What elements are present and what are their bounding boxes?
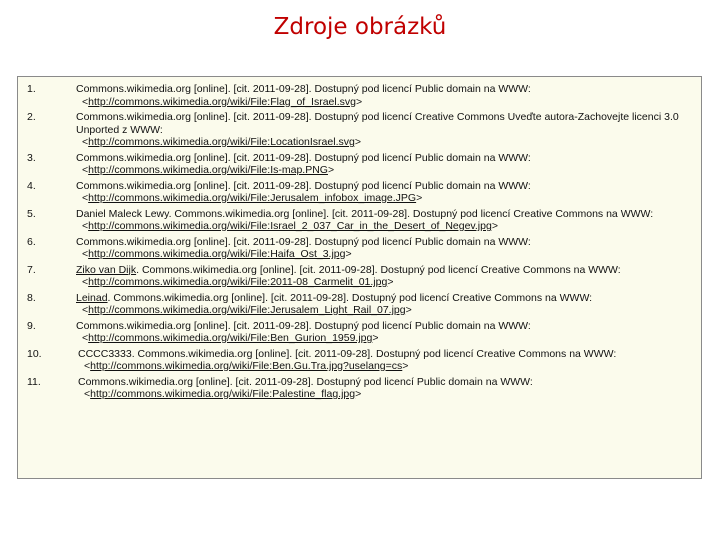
reference-text: Commons.wikimedia.org [online]. [cit. 20… bbox=[76, 180, 697, 205]
reference-citation-text: Commons.wikimedia.org [online]. [cit. 20… bbox=[78, 375, 533, 388]
reference-url-link[interactable]: http://commons.wikimedia.org/wiki/File:H… bbox=[88, 248, 345, 260]
reference-url-link[interactable]: http://commons.wikimedia.org/wiki/File:L… bbox=[88, 136, 355, 148]
reference-citation-text: Commons.wikimedia.org [online]. [cit. 20… bbox=[76, 235, 531, 248]
reference-citation: Commons.wikimedia.org [online]. [cit. 20… bbox=[76, 83, 697, 96]
reference-url-line: <http://commons.wikimedia.org/wiki/File:… bbox=[82, 276, 394, 288]
reference-citation: Daniel Maleck Lewy. Commons.wikimedia.or… bbox=[76, 208, 697, 221]
reference-url-link[interactable]: http://commons.wikimedia.org/wiki/File:2… bbox=[88, 276, 387, 288]
reference-item: 1. Commons.wikimedia.org [online]. [cit. … bbox=[18, 83, 701, 108]
reference-citation: Ziko van Dijk. Commons.wikimedia.org [on… bbox=[76, 264, 697, 277]
reference-url-line: <http://commons.wikimedia.org/wiki/File:… bbox=[82, 164, 335, 176]
reference-citation: Leinad. Commons.wikimedia.org [online]. … bbox=[76, 292, 697, 305]
reference-citation-text: Commons.wikimedia.org [online]. [cit. 20… bbox=[76, 319, 531, 332]
reference-number: 11. bbox=[27, 375, 41, 388]
reference-citation-text: . Commons.wikimedia.org [online]. [cit. … bbox=[107, 291, 593, 304]
reference-number: 5. bbox=[27, 207, 36, 220]
reference-citation: Commons.wikimedia.org [online]. [cit. 20… bbox=[78, 376, 697, 389]
reference-url-line: <http://commons.wikimedia.org/wiki/File:… bbox=[82, 136, 361, 148]
reference-citation: Commons.wikimedia.org [online]. [cit. 20… bbox=[76, 111, 697, 136]
reference-item: 2. Commons.wikimedia.org [online]. [cit. … bbox=[18, 111, 701, 149]
reference-citation-text: Daniel Maleck Lewy. Commons.wikimedia.or… bbox=[76, 207, 654, 220]
reference-url-line: <http://commons.wikimedia.org/wiki/File:… bbox=[82, 332, 379, 344]
reference-number: 8. bbox=[27, 291, 36, 304]
reference-text: Commons.wikimedia.org [online]. [cit. 20… bbox=[76, 83, 697, 108]
reference-citation-text: CCCC3333. Commons.wikimedia.org [online]… bbox=[78, 347, 617, 360]
reference-citation: Commons.wikimedia.org [online]. [cit. 20… bbox=[76, 320, 697, 333]
reference-url-line: <http://commons.wikimedia.org/wiki/File:… bbox=[84, 388, 362, 400]
reference-text: Commons.wikimedia.org [online]. [cit. 20… bbox=[76, 236, 697, 261]
reference-url-link[interactable]: http://commons.wikimedia.org/wiki/File:F… bbox=[88, 96, 356, 108]
reference-url-link[interactable]: http://commons.wikimedia.org/wiki/File:B… bbox=[90, 360, 402, 372]
reference-number: 7. bbox=[27, 263, 36, 276]
reference-text: Ziko van Dijk. Commons.wikimedia.org [on… bbox=[76, 264, 697, 289]
reference-item: 7. Ziko van Dijk. Commons.wikimedia.org [… bbox=[18, 264, 701, 289]
reference-url-link[interactable]: http://commons.wikimedia.org/wiki/File:I… bbox=[88, 220, 492, 232]
references-box: 1. Commons.wikimedia.org [online]. [cit. … bbox=[17, 76, 702, 479]
reference-url-line: <http://commons.wikimedia.org/wiki/File:… bbox=[82, 220, 498, 232]
reference-text: Commons.wikimedia.org [online]. [cit. 20… bbox=[76, 111, 697, 149]
reference-url-line: <http://commons.wikimedia.org/wiki/File:… bbox=[82, 304, 412, 316]
reference-author-link[interactable]: Leinad bbox=[76, 292, 108, 304]
reference-number: 1. bbox=[27, 83, 36, 95]
reference-number: 2. bbox=[27, 111, 36, 123]
reference-url-line: <http://commons.wikimedia.org/wiki/File:… bbox=[84, 360, 409, 372]
reference-text: Leinad. Commons.wikimedia.org [online]. … bbox=[76, 292, 697, 317]
reference-citation-text: . Commons.wikimedia.org [online]. [cit. … bbox=[136, 263, 621, 276]
reference-number: 10. bbox=[27, 347, 42, 360]
reference-item: 4. Commons.wikimedia.org [online]. [cit. … bbox=[18, 180, 701, 205]
reference-item: 11. Commons.wikimedia.org [online]. [cit.… bbox=[18, 376, 701, 401]
reference-item: 9. Commons.wikimedia.org [online]. [cit. … bbox=[18, 320, 701, 345]
reference-url-link[interactable]: http://commons.wikimedia.org/wiki/File:J… bbox=[88, 192, 416, 204]
reference-text: Commons.wikimedia.org [online]. [cit. 20… bbox=[76, 320, 697, 345]
reference-url-link[interactable]: http://commons.wikimedia.org/wiki/File:I… bbox=[88, 164, 328, 176]
reference-url-line: <http://commons.wikimedia.org/wiki/File:… bbox=[82, 95, 363, 108]
reference-citation-text: Commons.wikimedia.org [online]. [cit. 20… bbox=[76, 83, 531, 95]
reference-text: Daniel Maleck Lewy. Commons.wikimedia.or… bbox=[76, 208, 697, 233]
reference-url-link[interactable]: http://commons.wikimedia.org/wiki/File:J… bbox=[88, 304, 405, 316]
reference-number: 3. bbox=[27, 151, 36, 164]
reference-url-link[interactable]: http://commons.wikimedia.org/wiki/File:P… bbox=[90, 388, 355, 400]
page-title: Zdroje obrázků bbox=[273, 14, 447, 40]
reference-citation-text: Commons.wikimedia.org [online]. [cit. 20… bbox=[76, 151, 531, 164]
reference-item: 6. Commons.wikimedia.org [online]. [cit. … bbox=[18, 236, 701, 261]
reference-url-link[interactable]: http://commons.wikimedia.org/wiki/File:B… bbox=[88, 332, 372, 344]
reference-text: Commons.wikimedia.org [online]. [cit. 20… bbox=[78, 376, 697, 401]
reference-citation: Commons.wikimedia.org [online]. [cit. 20… bbox=[76, 152, 697, 165]
reference-text: CCCC3333. Commons.wikimedia.org [online]… bbox=[78, 348, 697, 373]
reference-item: 3. Commons.wikimedia.org [online]. [cit. … bbox=[18, 152, 701, 177]
reference-item: 10. CCCC3333. Commons.wikimedia.org [onli… bbox=[18, 348, 701, 373]
reference-citation: Commons.wikimedia.org [online]. [cit. 20… bbox=[76, 180, 697, 193]
reference-item: 5. Daniel Maleck Lewy. Commons.wikimedia.… bbox=[18, 208, 701, 233]
reference-citation-text: Commons.wikimedia.org [online]. [cit. 20… bbox=[76, 111, 679, 136]
reference-url-line: <http://commons.wikimedia.org/wiki/File:… bbox=[82, 248, 352, 260]
reference-text: Commons.wikimedia.org [online]. [cit. 20… bbox=[76, 152, 697, 177]
reference-item: 8. Leinad. Commons.wikimedia.org [online]… bbox=[18, 292, 701, 317]
reference-number: 9. bbox=[27, 319, 36, 332]
reference-number: 4. bbox=[27, 179, 36, 192]
reference-citation: CCCC3333. Commons.wikimedia.org [online]… bbox=[78, 348, 697, 361]
references-list: 1. Commons.wikimedia.org [online]. [cit. … bbox=[18, 83, 701, 404]
reference-citation: Commons.wikimedia.org [online]. [cit. 20… bbox=[76, 236, 697, 249]
reference-url-line: <http://commons.wikimedia.org/wiki/File:… bbox=[82, 192, 423, 204]
reference-author-link[interactable]: Ziko van Dijk bbox=[76, 264, 136, 276]
reference-number: 6. bbox=[27, 235, 36, 248]
reference-citation-text: Commons.wikimedia.org [online]. [cit. 20… bbox=[76, 179, 531, 192]
